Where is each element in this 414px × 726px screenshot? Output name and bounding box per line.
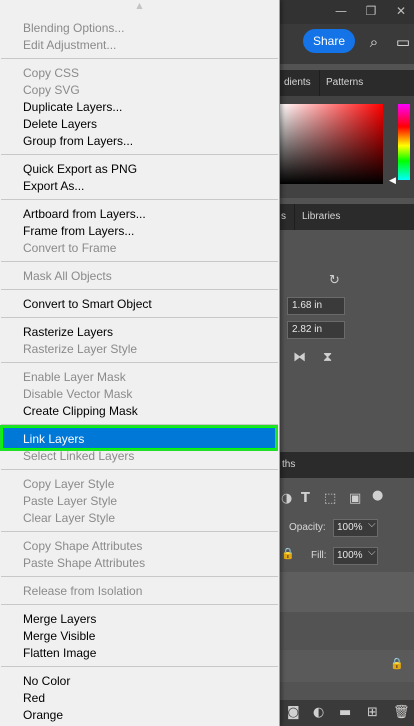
menu-item-flatten-image[interactable]: Flatten Image [23, 646, 96, 660]
menu-divider [1, 576, 278, 577]
menu-item-select-linked-layers[interactable]: Select Linked Layers [23, 449, 134, 463]
menu-item-merge-visible[interactable]: Merge Visible [23, 629, 95, 643]
menu-divider [1, 666, 278, 667]
menu-item-mask-all-objects[interactable]: Mask All Objects [23, 269, 112, 283]
menu-divider [1, 199, 278, 200]
reset-transform-icon[interactable]: ↻ [329, 273, 340, 288]
menu-divider [1, 261, 278, 262]
menu-item-red[interactable]: Red [23, 691, 45, 705]
menu-divider [1, 317, 278, 318]
menu-item-copy-shape-attributes[interactable]: Copy Shape Attributes [23, 539, 142, 553]
menu-divider [1, 362, 278, 363]
filter-type-icon[interactable]: T [301, 491, 310, 506]
menu-item-convert-to-smart-object[interactable]: Convert to Smart Object [23, 297, 152, 311]
scroll-up-arrow-icon[interactable]: ▲ [0, 0, 279, 14]
color-spectrum[interactable] [280, 104, 383, 184]
share-button[interactable]: Share [303, 29, 355, 53]
menu-item-paste-layer-style[interactable]: Paste Layer Style [23, 494, 117, 508]
tab-patterns[interactable]: Patterns [318, 70, 371, 96]
hue-slider[interactable] [398, 104, 410, 180]
new-group-icon[interactable]: ▬ [339, 705, 351, 720]
menu-item-duplicate-layers[interactable]: Duplicate Layers... [23, 100, 122, 114]
delete-layer-icon[interactable]: 🗑 [393, 705, 410, 720]
layer-context-menu: ▲ Blending Options... Edit Adjustment...… [0, 0, 280, 726]
tab-libraries[interactable]: Libraries [294, 204, 348, 230]
menu-item-export-as[interactable]: Export As... [23, 179, 84, 193]
menu-item-no-color[interactable]: No Color [23, 674, 70, 688]
menu-divider [1, 604, 278, 605]
add-mask-icon[interactable]: ◙ [287, 705, 300, 720]
filter-smart-icon[interactable]: ◑ [281, 491, 292, 506]
menu-item-link-layers[interactable]: Link Layers [23, 432, 84, 446]
menu-item-create-clipping-mask[interactable]: Create Clipping Mask [23, 404, 138, 418]
menu-item-rasterize-layers[interactable]: Rasterize Layers [23, 325, 113, 339]
filter-pixel-icon[interactable]: ▣ [349, 491, 361, 506]
menu-item-rasterize-layer-style[interactable]: Rasterize Layer Style [23, 342, 137, 356]
hue-slider-handle-icon[interactable]: ◀ [389, 176, 396, 186]
close-icon[interactable]: ✕ [392, 3, 410, 19]
menu-divider [1, 289, 278, 290]
search-icon[interactable]: ⌕ [364, 32, 384, 52]
flip-vertical-icon[interactable]: ⧗ [323, 350, 332, 365]
width-field[interactable]: 1.68 in [287, 297, 345, 315]
workspace-icon[interactable]: ▭ [393, 32, 413, 52]
filter-toggle-icon[interactable]: ● [372, 488, 383, 503]
menu-item-blending-options[interactable]: Blending Options... [23, 21, 124, 35]
menu-divider [1, 424, 278, 425]
menu-item-disable-vector-mask[interactable]: Disable Vector Mask [23, 387, 132, 401]
menu-item-release-from-isolation[interactable]: Release from Isolation [23, 584, 142, 598]
menu-item-copy-svg[interactable]: Copy SVG [23, 83, 80, 97]
height-field[interactable]: 2.82 in [287, 321, 345, 339]
menu-divider [1, 531, 278, 532]
menu-item-convert-to-frame[interactable]: Convert to Frame [23, 241, 116, 255]
menu-divider [1, 58, 278, 59]
menu-item-edit-adjustment[interactable]: Edit Adjustment... [23, 38, 116, 52]
menu-item-quick-export-png[interactable]: Quick Export as PNG [23, 162, 137, 176]
layer-lock-icon: 🔒 [390, 657, 404, 670]
menu-item-copy-layer-style[interactable]: Copy Layer Style [23, 477, 114, 491]
menu-item-frame-from-layers[interactable]: Frame from Layers... [23, 224, 134, 238]
menu-item-paste-shape-attributes[interactable]: Paste Shape Attributes [23, 556, 145, 570]
menu-item-merge-layers[interactable]: Merge Layers [23, 612, 96, 626]
menu-item-artboard-from-layers[interactable]: Artboard from Layers... [23, 207, 146, 221]
minimize-icon[interactable]: — [332, 3, 350, 19]
flip-horizontal-icon[interactable]: ⧓ [293, 350, 306, 365]
opacity-label: Opacity: [289, 522, 326, 533]
adjustment-layer-icon[interactable]: ◐ [313, 705, 324, 720]
menu-item-orange[interactable]: Orange [23, 708, 63, 722]
opacity-dropdown-icon[interactable]: ⌵ [368, 519, 376, 530]
filter-shape-icon[interactable]: ⬚ [324, 491, 336, 506]
menu-item-enable-layer-mask[interactable]: Enable Layer Mask [23, 370, 126, 384]
fill-dropdown-icon[interactable]: ⌵ [368, 547, 376, 558]
menu-divider [1, 154, 278, 155]
fill-label: Fill: [311, 550, 327, 561]
menu-item-delete-layers[interactable]: Delete Layers [23, 117, 97, 131]
menu-divider [1, 469, 278, 470]
new-layer-icon[interactable]: ⊞ [367, 705, 378, 720]
restore-icon[interactable]: ❐ [362, 3, 380, 19]
tab-gradients[interactable]: dients [276, 70, 320, 96]
menu-item-group-from-layers[interactable]: Group from Layers... [23, 134, 133, 148]
lock-icon[interactable]: 🔒 [281, 547, 295, 560]
menu-item-clear-layer-style[interactable]: Clear Layer Style [23, 511, 115, 525]
menu-item-copy-css[interactable]: Copy CSS [23, 66, 79, 80]
